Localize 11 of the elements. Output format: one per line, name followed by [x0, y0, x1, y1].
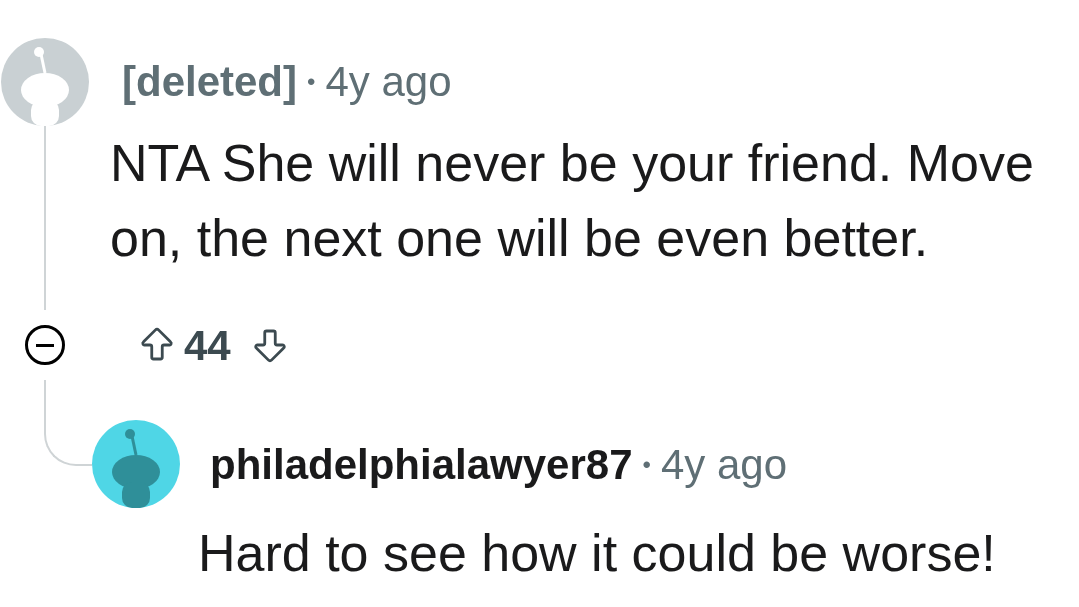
- timestamp: 4y ago: [660, 444, 788, 486]
- comment-text: NTA She will never be your friend. Move on, the next one will be even better.: [110, 133, 1035, 269]
- comment-text: Hard to see how it could be worse!: [198, 523, 996, 583]
- timestamp: 4y ago: [325, 61, 452, 103]
- username[interactable]: philadelphialawyer87: [210, 444, 633, 486]
- separator: •: [642, 453, 651, 477]
- username[interactable]: [deleted]: [122, 61, 297, 103]
- avatar[interactable]: [92, 420, 180, 508]
- collapse-icon[interactable]: [25, 325, 65, 365]
- vote-count: 44: [184, 320, 231, 371]
- separator: •: [307, 70, 316, 94]
